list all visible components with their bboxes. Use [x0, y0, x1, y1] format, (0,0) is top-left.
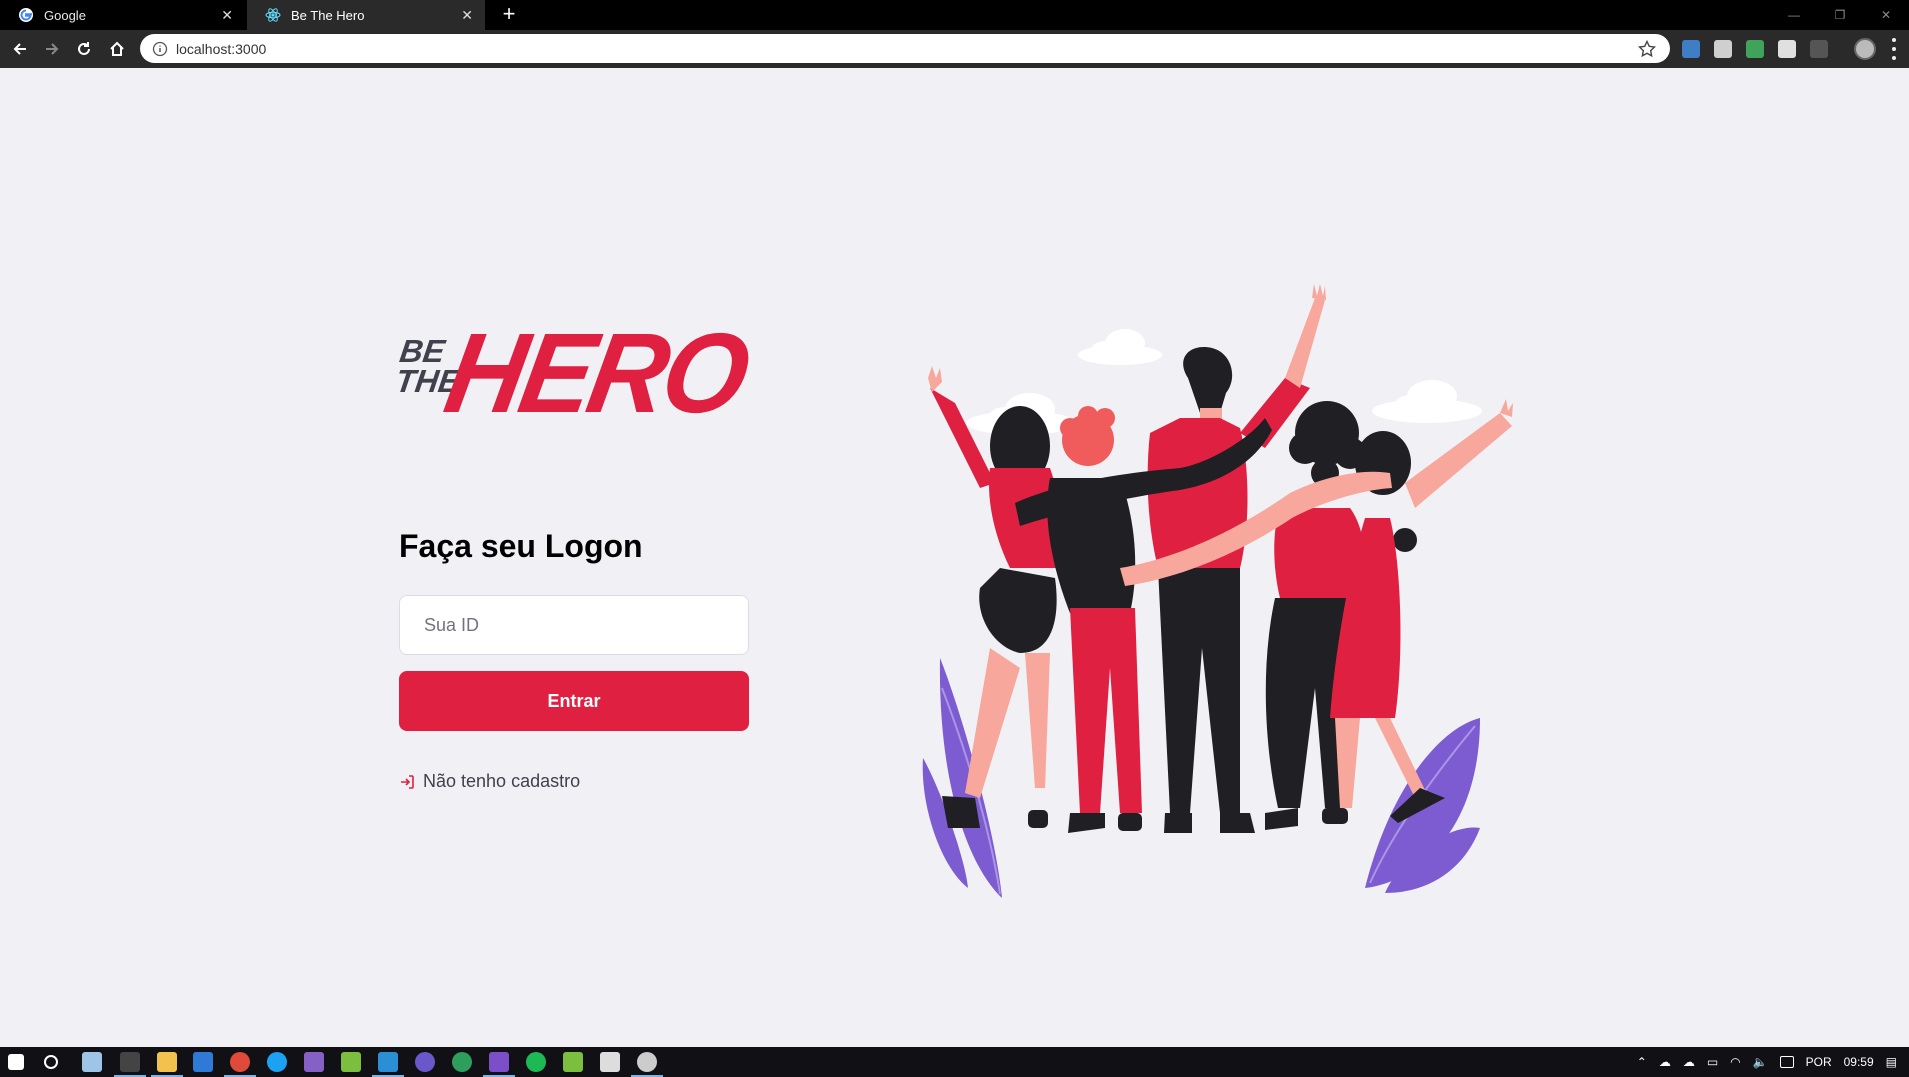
react-icon [265, 7, 281, 23]
person-woman-right [1330, 399, 1513, 823]
insomnia-icon[interactable] [415, 1052, 435, 1072]
language-indicator[interactable]: POR [1806, 1055, 1832, 1069]
extension-cast-icon[interactable] [1810, 40, 1828, 58]
info-icon[interactable] [152, 41, 168, 57]
extension-print-icon[interactable] [1778, 40, 1796, 58]
clock[interactable]: 09:59 [1844, 1055, 1874, 1069]
file-explorer-icon[interactable] [151, 1052, 183, 1077]
close-icon[interactable]: ✕ [221, 7, 233, 24]
taskbar: ⌃ ☁ ☁ ▭ ◠ 🔈 POR 09:59 ▤ [0, 1047, 1909, 1077]
profile-avatar[interactable] [1854, 38, 1876, 60]
back-button[interactable] [6, 35, 34, 63]
id-input[interactable] [399, 595, 749, 655]
notifications-icon[interactable]: ▤ [1886, 1055, 1897, 1069]
system-tray: ⌃ ☁ ☁ ▭ ◠ 🔈 POR 09:59 ▤ [1637, 1047, 1897, 1077]
reload-button[interactable] [70, 35, 98, 63]
address-bar[interactable]: localhost:3000 [140, 34, 1670, 63]
minimize-icon[interactable]: — [1771, 0, 1817, 30]
google-icon [18, 7, 34, 23]
tab-google[interactable]: Google ✕ [0, 0, 245, 30]
mongodb-icon[interactable] [452, 1052, 472, 1072]
wifi-icon[interactable]: ◠ [1730, 1055, 1740, 1069]
app-running-icon[interactable] [631, 1052, 663, 1077]
notepad-icon[interactable] [82, 1052, 102, 1072]
tab-be-the-hero[interactable]: Be The Hero ✕ [247, 0, 485, 30]
browser-toolbar: localhost:3000 [0, 30, 1909, 68]
printer-icon[interactable] [600, 1052, 620, 1072]
page-title: Faça seu Logon [399, 528, 643, 564]
logon-form: Faça seu Logon Entrar Não tenho cadastro [399, 528, 749, 792]
heroes-illustration [922, 284, 1513, 898]
cloud-icon [1372, 380, 1482, 423]
mail-icon[interactable] [193, 1052, 213, 1072]
windows-start-icon[interactable] [8, 1054, 24, 1070]
tab-title: Google [44, 7, 86, 23]
be-the-hero-logo: BE THE HERO [393, 309, 755, 436]
restore-icon[interactable]: ❐ [1817, 0, 1863, 30]
bookmark-star-icon[interactable] [1638, 39, 1656, 58]
tab-title: Be The Hero [291, 7, 365, 23]
home-button[interactable] [103, 35, 131, 63]
terminal-icon[interactable] [114, 1052, 146, 1077]
register-link-label: Não tenho cadastro [423, 771, 581, 791]
person-curly-hair [1047, 406, 1142, 833]
visual-studio-icon[interactable] [304, 1052, 324, 1072]
home-icon [110, 41, 124, 56]
window-controls: — ❐ ✕ [1771, 0, 1909, 30]
cloud-icon[interactable]: ☁ [1683, 1055, 1695, 1069]
register-link[interactable]: Não tenho cadastro [399, 771, 749, 792]
forward-button[interactable] [38, 35, 66, 63]
vscode-icon[interactable] [372, 1052, 404, 1077]
spotify-icon[interactable] [526, 1052, 546, 1072]
battery-icon[interactable]: ▭ [1707, 1055, 1718, 1069]
new-tab-button[interactable]: + [496, 2, 522, 28]
extension-search-icon[interactable] [1746, 40, 1764, 58]
menu-icon[interactable] [1890, 38, 1898, 60]
chevron-up-icon[interactable]: ⌃ [1637, 1055, 1647, 1069]
extension-icon[interactable] [1714, 40, 1732, 58]
cloud-icon [1078, 329, 1162, 365]
reload-icon [78, 42, 90, 55]
page: BE THE HERO Faça seu Logon Entrar Não te… [0, 68, 1909, 1047]
tab-strip: Google ✕ Be The Hero ✕ + — ❐ ✕ [0, 0, 1909, 30]
app-icon[interactable] [341, 1052, 361, 1072]
keyboard-icon[interactable] [1779, 1056, 1794, 1068]
search-icon[interactable] [44, 1055, 58, 1069]
cloud-sync-icon[interactable]: ☁ [1659, 1055, 1671, 1069]
android-icon[interactable] [563, 1052, 583, 1072]
arrow-right-icon [46, 43, 59, 55]
extension-shield-icon[interactable] [1682, 40, 1700, 58]
logo-hero-text: HERO [436, 308, 756, 436]
chrome-icon[interactable] [224, 1052, 256, 1077]
close-window-icon[interactable]: ✕ [1863, 0, 1909, 30]
log-in-icon [401, 774, 414, 789]
url-text[interactable]: localhost:3000 [176, 41, 1638, 57]
arrow-left-icon [13, 43, 26, 55]
skype-icon[interactable] [267, 1052, 287, 1072]
volume-icon[interactable]: 🔈 [1753, 1055, 1768, 1069]
discord-icon[interactable] [483, 1052, 515, 1077]
close-icon[interactable]: ✕ [461, 7, 473, 24]
login-button[interactable]: Entrar [399, 671, 749, 731]
